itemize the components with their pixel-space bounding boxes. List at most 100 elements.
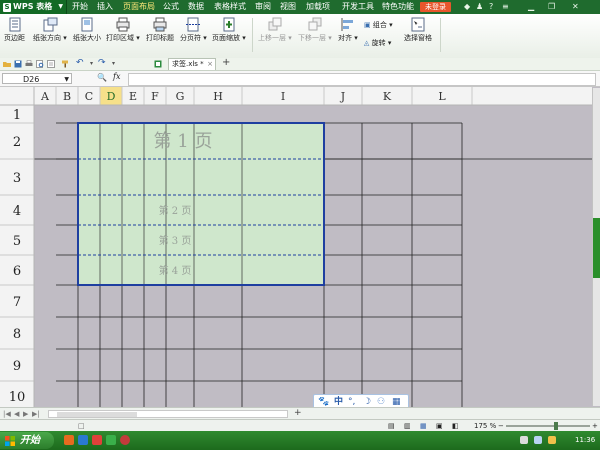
app-title: WPS 表格	[13, 2, 53, 11]
tray-volume-icon[interactable]	[534, 436, 542, 444]
chevron-down-icon[interactable]: ▾	[90, 58, 93, 67]
print-area-button[interactable]: 打印区域 ▾	[106, 17, 140, 43]
row-header-10[interactable]: 10	[9, 390, 26, 405]
format-painter-icon[interactable]	[61, 60, 69, 68]
horizontal-scrollbar[interactable]	[48, 410, 288, 418]
menu-special[interactable]: 特色功能	[382, 0, 414, 14]
row-header-7[interactable]: 7	[13, 295, 21, 310]
zoom-slider-knob[interactable]	[554, 422, 558, 430]
redo-icon[interactable]: ↷	[98, 58, 106, 68]
tray-network-icon[interactable]	[520, 436, 528, 444]
paper-size-icon	[81, 17, 93, 32]
login-button[interactable]: 未登录	[420, 2, 451, 12]
menu-data[interactable]: 数据	[188, 0, 204, 14]
side-panel-handle[interactable]	[593, 218, 600, 278]
skin-icon[interactable]: ◆	[464, 2, 470, 12]
group-button[interactable]: ▣ 组合 ▾	[364, 20, 393, 30]
chevron-down-icon: ▼	[58, 3, 63, 10]
add-sheet-button[interactable]: +	[294, 407, 302, 419]
start-button[interactable]: 开始	[0, 432, 54, 449]
tray-ime-icon[interactable]	[548, 436, 556, 444]
align-button[interactable]: 对齐 ▾	[338, 17, 358, 43]
row-header-1[interactable]: 1	[13, 108, 21, 123]
vertical-scrollbar[interactable]	[592, 88, 600, 406]
chevron-down-icon[interactable]: ▼	[64, 74, 69, 85]
app-icon[interactable]	[92, 435, 102, 445]
formula-input[interactable]	[128, 73, 596, 86]
file-tab-label: 求签.xls *	[172, 60, 204, 68]
menu-formula[interactable]: 公式	[163, 0, 179, 14]
menu-addins[interactable]: 加载项	[306, 0, 330, 14]
column-header-H[interactable]: H	[213, 90, 223, 103]
page-label-2: 第 2 页	[159, 204, 192, 217]
bring-forward-button[interactable]: 上移一层 ▾	[258, 17, 292, 43]
page-zoom-button[interactable]: 页面缩放 ▾	[212, 17, 246, 43]
row-header-2[interactable]: 2	[13, 135, 21, 150]
page-label-1: 第 1 页	[154, 131, 213, 152]
row-header-6[interactable]: 6	[13, 264, 21, 279]
column-header-D[interactable]: D	[107, 90, 116, 103]
workbook-icon	[154, 60, 162, 68]
print-preview-icon[interactable]	[36, 60, 44, 68]
column-header-F[interactable]: F	[151, 90, 159, 103]
chevron-down-icon[interactable]: ▾	[112, 58, 115, 67]
browser-icon[interactable]	[78, 435, 88, 445]
menu-start[interactable]: 开始	[72, 0, 88, 14]
menu-insert[interactable]: 插入	[97, 0, 113, 14]
preview-icon[interactable]	[47, 60, 55, 68]
group-icon: ▣	[364, 21, 371, 29]
antivirus-icon[interactable]	[120, 435, 130, 445]
name-box[interactable]: D26 ▼	[2, 73, 72, 84]
help-icon[interactable]: ?	[489, 2, 493, 12]
menu-review[interactable]: 审阅	[255, 0, 271, 14]
menu-page-layout[interactable]: 页面布局	[123, 0, 155, 14]
column-header-C[interactable]: C	[85, 90, 93, 103]
orientation-button[interactable]: 纸张方向 ▾	[33, 17, 67, 43]
row-header-8[interactable]: 8	[13, 327, 21, 342]
print-icon[interactable]	[25, 60, 33, 68]
menu-developer[interactable]: 开发工具	[342, 0, 374, 14]
paper-size-button[interactable]: 纸张大小	[73, 17, 101, 43]
restore-icon[interactable]: ❐	[548, 2, 555, 12]
file-tab[interactable]: 求签.xls * ×	[168, 58, 216, 70]
column-header-B[interactable]: B	[63, 90, 71, 103]
row-header-3[interactable]: 3	[13, 171, 21, 186]
menu-table-style[interactable]: 表格样式	[214, 0, 246, 14]
row-header-5[interactable]: 5	[13, 234, 21, 249]
print-titles-button[interactable]: 打印标题	[146, 17, 174, 43]
new-tab-button[interactable]: +	[222, 57, 230, 68]
sheet-grid[interactable]: AB C DE F G H I J K L 1 2 3 4 5 6 7 8 9 10 第 1 页第 2 页第 3 页…	[0, 87, 600, 407]
column-header-J[interactable]: J	[340, 90, 345, 103]
page-break-button[interactable]: 分页符 ▾	[180, 17, 207, 43]
selection-pane-button[interactable]: 选择窗格	[404, 17, 432, 43]
margins-button[interactable]: 页边距	[4, 17, 25, 43]
menu-view[interactable]: 视图	[280, 0, 296, 14]
send-backward-button[interactable]: 下移一层 ▾	[298, 17, 332, 43]
open-folder-icon[interactable]	[3, 60, 11, 68]
column-header-G[interactable]: G	[176, 90, 185, 103]
wps-taskbar-icon[interactable]	[106, 435, 116, 445]
row-header-9[interactable]: 9	[13, 359, 21, 374]
media-player-icon[interactable]	[64, 435, 74, 445]
insert-function-button[interactable]: fx	[113, 72, 120, 81]
shirt-icon[interactable]: ♟	[476, 2, 483, 12]
clock: 11:36	[575, 436, 596, 444]
zoom-slider[interactable]	[506, 422, 590, 430]
magnifier-icon[interactable]: 🔍	[97, 73, 107, 82]
row-header-4[interactable]: 4	[13, 204, 21, 219]
column-header-A[interactable]: A	[40, 90, 50, 103]
close-icon[interactable]: ✕	[572, 2, 579, 12]
tab-close-icon[interactable]: ×	[207, 59, 213, 70]
column-header-E[interactable]: E	[129, 90, 137, 103]
settings-icon[interactable]: ≡	[502, 2, 509, 12]
undo-icon[interactable]: ↶	[76, 58, 84, 68]
minimize-icon[interactable]: ▁	[528, 2, 534, 12]
column-header-L[interactable]: L	[438, 90, 446, 103]
scroll-thumb[interactable]	[57, 412, 137, 417]
rotate-button[interactable]: ◬ 旋转 ▾	[364, 38, 391, 48]
column-header-K[interactable]: K	[383, 90, 392, 103]
grid-canvas[interactable]: AB C DE F G H I J K L 1 2 3 4 5 6 7 8 9 10 第 1 页第 2 页第 3 页…	[0, 87, 592, 407]
column-header-I[interactable]: I	[281, 90, 285, 103]
save-icon[interactable]	[14, 60, 22, 68]
app-menu-button[interactable]: S WPS 表格 ▼	[0, 0, 67, 14]
